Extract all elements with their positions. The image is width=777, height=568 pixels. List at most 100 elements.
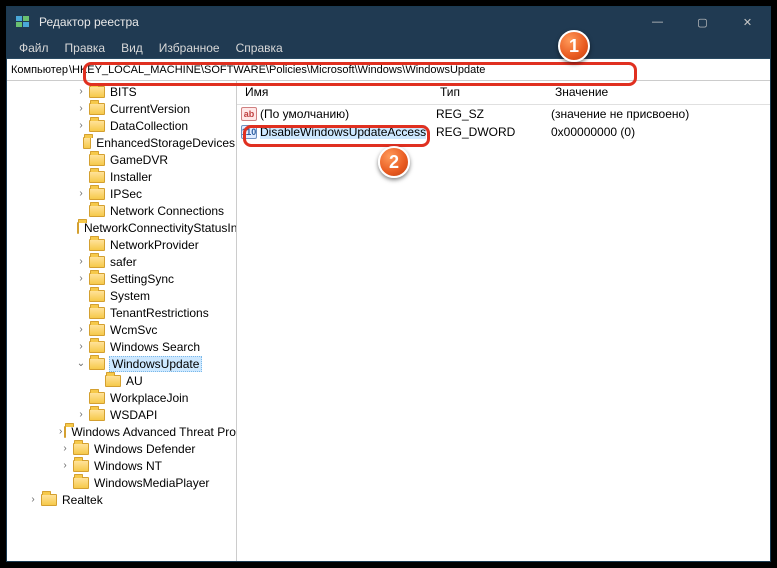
values-panel: Имя Тип Значение ab(По умолчанию) REG_SZ(… bbox=[237, 81, 770, 561]
folder-icon bbox=[89, 324, 105, 336]
folder-icon bbox=[89, 239, 105, 251]
tree-item-label: WorkplaceJoin bbox=[109, 391, 189, 405]
chevron-right-icon[interactable]: › bbox=[75, 86, 87, 98]
chevron-right-icon[interactable]: › bbox=[75, 273, 87, 285]
minimize-button[interactable]: — bbox=[635, 7, 680, 37]
tree-item[interactable]: NetworkProvider bbox=[7, 236, 236, 253]
tree-item-label: Windows NT bbox=[93, 459, 163, 473]
value-type: REG_DWORD bbox=[432, 125, 547, 139]
folder-icon bbox=[89, 103, 105, 115]
tree-item[interactable]: EnhancedStorageDevices bbox=[7, 134, 236, 151]
expander-spacer bbox=[75, 290, 87, 302]
tree-item[interactable]: WorkplaceJoin bbox=[7, 389, 236, 406]
tree-item-label: EnhancedStorageDevices bbox=[95, 136, 236, 150]
menu-favorites[interactable]: Избранное bbox=[151, 39, 228, 57]
tree-item[interactable]: › Windows Defender bbox=[7, 440, 236, 457]
expander-spacer bbox=[75, 205, 87, 217]
titlebar: Редактор реестра — ▢ ✕ bbox=[7, 7, 770, 37]
col-header-name[interactable]: Имя bbox=[237, 81, 432, 104]
tree-item[interactable]: ›BITS bbox=[7, 83, 236, 100]
folder-icon bbox=[89, 273, 105, 285]
menu-file[interactable]: Файл bbox=[11, 39, 57, 57]
menu-view[interactable]: Вид bbox=[113, 39, 151, 57]
address-path: \HKEY_LOCAL_MACHINE\SOFTWARE\Policies\Mi… bbox=[69, 64, 486, 76]
close-button[interactable]: ✕ bbox=[725, 7, 770, 37]
folder-icon bbox=[73, 477, 89, 489]
expander-spacer bbox=[59, 477, 71, 489]
tree-item[interactable]: › DataCollection bbox=[7, 117, 236, 134]
list-body[interactable]: ab(По умолчанию) REG_SZ(значение не присв… bbox=[237, 105, 770, 561]
tree-item-label: WindowsMediaPlayer bbox=[93, 476, 210, 490]
tree-item-label: CurrentVersion bbox=[109, 102, 191, 116]
tree-item[interactable]: TenantRestrictions bbox=[7, 304, 236, 321]
expander-spacer bbox=[75, 307, 87, 319]
tree-item-label: WSDAPI bbox=[109, 408, 158, 422]
tree-item[interactable]: GameDVR bbox=[7, 151, 236, 168]
value-data: 0x00000000 (0) bbox=[547, 125, 770, 139]
tree-item[interactable]: ›IPSec bbox=[7, 185, 236, 202]
chevron-right-icon[interactable]: › bbox=[27, 494, 39, 506]
folder-icon bbox=[41, 494, 57, 506]
tree-panel[interactable]: ›BITS›CurrentVersion›DataCollectionEnhan… bbox=[7, 81, 237, 561]
tree-item-label: SettingSync bbox=[109, 272, 175, 286]
tree-item[interactable]: › Windows Advanced Threat Protection bbox=[7, 423, 236, 440]
tree-item-label: Installer bbox=[109, 170, 153, 184]
menu-edit[interactable]: Правка bbox=[57, 39, 114, 57]
tree-item[interactable]: › SettingSync bbox=[7, 270, 236, 287]
tree-item-label: Windows Defender bbox=[93, 442, 196, 456]
chevron-right-icon[interactable]: › bbox=[59, 426, 62, 438]
tree-item[interactable]: WindowsMediaPlayer bbox=[7, 474, 236, 491]
expander-spacer bbox=[75, 137, 81, 149]
tree-item[interactable]: › CurrentVersion bbox=[7, 100, 236, 117]
folder-icon bbox=[89, 154, 105, 166]
tree-item[interactable]: AU bbox=[7, 372, 236, 389]
chevron-right-icon[interactable]: › bbox=[75, 324, 87, 336]
chevron-right-icon[interactable]: › bbox=[59, 460, 71, 472]
chevron-right-icon[interactable]: › bbox=[75, 256, 87, 268]
reg-dword-icon: 110 bbox=[241, 125, 257, 139]
value-data: (значение не присвоено) bbox=[547, 107, 770, 121]
tree-item-label: DataCollection bbox=[109, 119, 189, 133]
maximize-button[interactable]: ▢ bbox=[680, 7, 725, 37]
tree-item[interactable]: ›Windows Search bbox=[7, 338, 236, 355]
folder-icon bbox=[73, 443, 89, 455]
tree-item-label: Realtek bbox=[61, 493, 104, 507]
reg-string-icon: ab bbox=[241, 107, 257, 121]
tree-item[interactable]: Installer bbox=[7, 168, 236, 185]
folder-icon bbox=[89, 256, 105, 268]
col-header-type[interactable]: Тип bbox=[432, 81, 547, 104]
tree-item[interactable]: › WSDAPI bbox=[7, 406, 236, 423]
tree-item[interactable]: › Realtek bbox=[7, 491, 236, 508]
chevron-right-icon[interactable]: › bbox=[75, 341, 87, 353]
chevron-down-icon[interactable]: ⌄ bbox=[75, 358, 87, 370]
folder-icon bbox=[89, 307, 105, 319]
col-header-value[interactable]: Значение bbox=[547, 81, 770, 104]
expander-spacer bbox=[75, 171, 87, 183]
value-row[interactable]: ab(По умолчанию) REG_SZ(значение не присв… bbox=[237, 105, 770, 123]
chevron-right-icon[interactable]: › bbox=[59, 443, 71, 455]
tree-item-label: Windows Advanced Threat Protection bbox=[70, 425, 237, 439]
value-name: (По умолчанию) bbox=[260, 107, 349, 121]
expander-spacer bbox=[75, 392, 87, 404]
tree-item[interactable]: Network Connections bbox=[7, 202, 236, 219]
chevron-right-icon[interactable]: › bbox=[75, 409, 87, 421]
tree-item[interactable]: ⌄WindowsUpdate bbox=[7, 355, 236, 372]
folder-icon bbox=[89, 86, 105, 98]
value-row[interactable]: 110DisableWindowsUpdateAccess REG_DWORD0x… bbox=[237, 123, 770, 141]
chevron-right-icon[interactable]: › bbox=[75, 188, 87, 200]
tree-item[interactable]: ›safer bbox=[7, 253, 236, 270]
value-name: DisableWindowsUpdateAccess bbox=[260, 125, 426, 139]
expander-spacer bbox=[75, 239, 87, 251]
folder-icon bbox=[89, 392, 105, 404]
tree-item[interactable]: › Windows NT bbox=[7, 457, 236, 474]
chevron-right-icon[interactable]: › bbox=[75, 103, 87, 115]
address-bar[interactable]: Компьютер \HKEY_LOCAL_MACHINE\SOFTWARE\P… bbox=[7, 59, 770, 81]
tree-item[interactable]: System bbox=[7, 287, 236, 304]
tree-item[interactable]: ›WcmSvc bbox=[7, 321, 236, 338]
value-type: REG_SZ bbox=[432, 107, 547, 121]
tree-item[interactable]: NetworkConnectivityStatusIndicator bbox=[7, 219, 236, 236]
chevron-right-icon[interactable]: › bbox=[75, 120, 87, 132]
folder-icon bbox=[64, 426, 66, 438]
tree-item-label: NetworkConnectivityStatusIndicator bbox=[83, 221, 237, 235]
menu-help[interactable]: Справка bbox=[228, 39, 291, 57]
